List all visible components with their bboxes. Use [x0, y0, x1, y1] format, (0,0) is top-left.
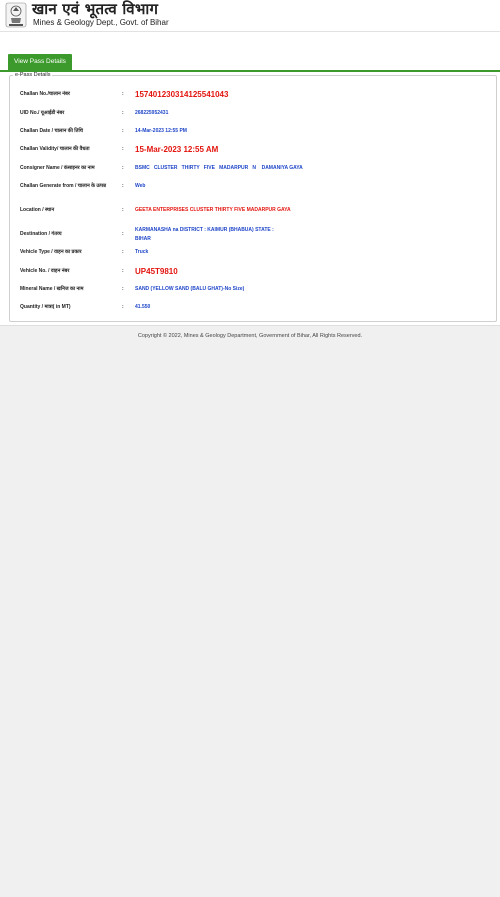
- value-challan-validity: 15-Mar-2023 12:55 AM: [135, 144, 219, 154]
- label-quantity: Quantity / मात्रा( in MT): [20, 304, 71, 310]
- label-challan-date: Challan Date / चालान की तिथि: [20, 128, 83, 134]
- separator: :: [122, 183, 124, 189]
- value-vehicle-no: UP45T9810: [135, 266, 178, 276]
- value-mineral-name: SAND (YELLOW SAND (BALU GHAT)-No Size): [135, 286, 245, 292]
- value-uid-no: 268225952431: [135, 110, 169, 116]
- page-background: [0, 325, 500, 897]
- value-consigner-name: BSMC CLUSTER THIRTY FIVE MADARPUR N DAMA…: [135, 165, 303, 171]
- content-area: e-Pass Details Challan No./चालान नंबर : …: [0, 72, 500, 325]
- value-destination-line2: BIHAR: [135, 236, 151, 242]
- label-challan-no: Challan No./चालान नंबर: [20, 91, 70, 97]
- separator: :: [122, 231, 124, 237]
- bihar-emblem-icon: [5, 2, 27, 28]
- site-header: खान एवं भूतत्व विभाग Mines & Geology Dep…: [0, 0, 500, 32]
- tab-view-pass-details[interactable]: View Pass Details: [8, 54, 72, 70]
- tab-bar: View Pass Details: [0, 54, 500, 72]
- separator: :: [122, 207, 124, 213]
- separator: :: [122, 286, 124, 292]
- separator: :: [122, 128, 124, 134]
- separator: :: [122, 165, 124, 171]
- label-uid-no: UID No./ यूआईडी नंबर: [20, 110, 65, 116]
- value-challan-no: 157401230314125541043: [135, 89, 229, 99]
- epass-legend: e-Pass Details: [15, 72, 51, 78]
- label-mineral-name: Mineral Name / खनिज का नाम: [20, 286, 84, 292]
- separator: :: [122, 146, 124, 152]
- label-consigner-name: Consigner Name / कंसाइनर का नाम: [20, 165, 95, 171]
- value-vehicle-type: Truck: [135, 249, 149, 255]
- value-quantity: 41.550: [135, 304, 151, 310]
- footer-copyright: Copyright © 2022, Mines & Geology Depart…: [137, 333, 363, 339]
- value-challan-generate-from: Web: [135, 183, 146, 189]
- label-challan-validity: Challan Validity/ चालान की वैधता: [20, 146, 90, 152]
- value-challan-date: 14-Mar-2023 12:55 PM: [135, 128, 187, 134]
- label-destination: Destination / गंतव्य: [20, 231, 62, 237]
- value-destination-line1: KARMANASHA na DISTRICT : KAIMUR (BHABUA)…: [135, 227, 274, 233]
- department-title-hindi: खान एवं भूतत्व विभाग: [32, 0, 159, 18]
- separator: :: [122, 249, 124, 255]
- label-vehicle-no: Vehicle No. / वाहन नंबर: [20, 268, 70, 274]
- label-location: Location / स्थान: [20, 207, 55, 213]
- label-challan-generate-from: Challan Generate from / चालान के उत्पन्न: [20, 183, 106, 189]
- separator: :: [122, 91, 124, 97]
- separator: :: [122, 268, 124, 274]
- department-title-english: Mines & Geology Dept., Govt. of Bihar: [33, 18, 169, 27]
- separator: :: [122, 110, 124, 116]
- separator: :: [122, 304, 124, 310]
- label-vehicle-type: Vehicle Type / वाहन का प्रकार: [20, 249, 82, 255]
- value-location: GEETA ENTERPRISES CLUSTER THIRTY FIVE MA…: [135, 207, 291, 213]
